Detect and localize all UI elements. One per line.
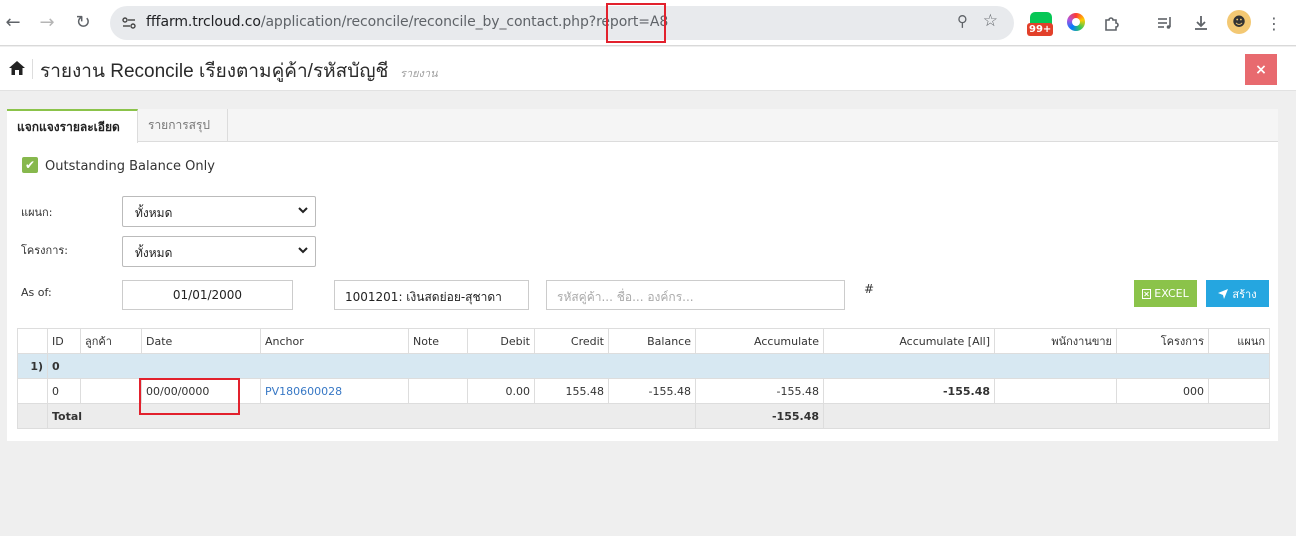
contact-search-input[interactable]: รหัสคู่ค้า... ชื่อ... องค์กร... [546, 280, 845, 310]
excel-button[interactable]: EXCEL [1134, 280, 1197, 307]
page-title: รายงาน Reconcile เรียงตามคู่ค้า/รหัสบัญช… [40, 61, 389, 82]
row-balance: -155.48 [608, 378, 696, 404]
row-accumulate: -155.48 [695, 378, 824, 404]
col-header-customer[interactable]: ลูกค้า [80, 328, 142, 354]
col-header-date[interactable]: Date [141, 328, 261, 354]
account-input[interactable]: 1001201: เงินสดย่อย-สุชาดา [334, 280, 529, 310]
outstanding-checkbox[interactable]: ✔ [22, 157, 38, 173]
row-accumulate-all: -155.48 [823, 378, 995, 404]
col-header-credit[interactable]: Credit [534, 328, 609, 354]
total-accumulate: -155.48 [695, 403, 824, 429]
row-project: 000 [1116, 378, 1209, 404]
col-header-id[interactable]: ID [47, 328, 81, 354]
row-department [1208, 378, 1270, 404]
excel-file-icon [1142, 288, 1152, 299]
tab-bar: แจกแจงรายละเอียด รายการสรุป [7, 109, 1278, 143]
col-header-accumulate-all[interactable]: Accumulate [All] [823, 328, 995, 354]
bookmark-star-icon[interactable]: ☆ [983, 11, 998, 31]
col-header-index [17, 328, 48, 354]
project-select[interactable]: ทั้งหมด [122, 236, 316, 267]
row-salesperson [994, 378, 1117, 404]
col-header-balance[interactable]: Balance [608, 328, 696, 354]
paper-plane-icon [1218, 288, 1229, 299]
row-customer [80, 378, 142, 404]
row-note [408, 378, 468, 404]
department-label: แผนก: [21, 206, 53, 219]
hash-label: # [864, 282, 875, 296]
url-host: fffarm.trcloud.co [146, 14, 261, 30]
media-queue-icon[interactable] [1153, 11, 1177, 35]
tab-detail[interactable]: แจกแจงรายละเอียด [7, 109, 138, 143]
col-header-department[interactable]: แผนก [1208, 328, 1270, 354]
tab-summary[interactable]: รายการสรุป [138, 109, 228, 142]
back-arrow-icon[interactable]: ← [0, 9, 26, 35]
date-annotation-box [139, 378, 240, 415]
color-picker-extension-icon[interactable] [1067, 13, 1085, 31]
row-anchor-cell: PV180600028 [260, 378, 409, 404]
browser-toolbar: ← → ↻ fffarm.trcloud.co/application/reco… [0, 0, 1296, 46]
row-debit: 0.00 [467, 378, 535, 404]
table-header-row: ID ลูกค้า Date Anchor Note Debit Credit … [17, 328, 1270, 354]
site-info-icon[interactable] [118, 12, 140, 34]
browser-menu-icon[interactable]: ⋮ [1262, 11, 1286, 35]
col-header-note[interactable]: Note [408, 328, 468, 354]
chevron-down-icon [298, 247, 308, 254]
group-id: 0 [47, 353, 1270, 379]
close-button[interactable]: × [1245, 54, 1277, 85]
profile-avatar[interactable]: ☻ [1227, 10, 1251, 34]
forward-arrow-icon[interactable]: → [34, 9, 60, 35]
total-index-cell [17, 403, 48, 429]
department-value: ทั้งหมด [135, 206, 173, 220]
asof-label: As of: [21, 286, 52, 299]
col-header-anchor[interactable]: Anchor [260, 328, 409, 354]
reload-icon[interactable]: ↻ [70, 9, 96, 35]
col-header-accumulate[interactable]: Accumulate [695, 328, 824, 354]
row-credit: 155.48 [534, 378, 609, 404]
page-subtitle: รายงาน [400, 67, 438, 80]
download-icon[interactable] [1189, 11, 1213, 35]
project-value: ทั้งหมด [135, 246, 173, 260]
excel-button-label: EXCEL [1154, 287, 1189, 300]
extension-badge: 99+ [1027, 23, 1054, 36]
chevron-down-icon [298, 207, 308, 214]
zoom-icon[interactable]: ⚲ [957, 12, 968, 30]
outstanding-label: Outstanding Balance Only [45, 159, 215, 174]
total-rest-cell [823, 403, 1270, 429]
row-id: 0 [47, 378, 81, 404]
row-anchor-link[interactable]: PV180600028 [265, 385, 342, 398]
address-bar[interactable]: fffarm.trcloud.co/application/reconcile/… [110, 6, 1014, 40]
col-header-salesperson[interactable]: พนักงานขาย [994, 328, 1117, 354]
extensions-puzzle-icon[interactable] [1100, 11, 1124, 35]
department-select[interactable]: ทั้งหมด [122, 196, 316, 227]
project-label: โครงการ: [21, 244, 68, 257]
create-button-label: สร้าง [1232, 287, 1257, 301]
group-index: 1) [17, 353, 48, 379]
col-header-project[interactable]: โครงการ [1116, 328, 1209, 354]
url-text: fffarm.trcloud.co/application/reconcile/… [146, 14, 668, 30]
home-icon[interactable] [8, 59, 26, 77]
asof-date-input[interactable]: 01/01/2000 [122, 280, 293, 310]
title-divider [32, 59, 33, 79]
col-header-debit[interactable]: Debit [467, 328, 535, 354]
create-button[interactable]: สร้าง [1206, 280, 1269, 307]
page-header: รายงาน Reconcile เรียงตามคู่ค้า/รหัสบัญช… [0, 47, 1296, 91]
row-index-cell [17, 378, 48, 404]
group-row: 1) 0 [17, 353, 1270, 379]
url-annotation-box [606, 3, 666, 43]
